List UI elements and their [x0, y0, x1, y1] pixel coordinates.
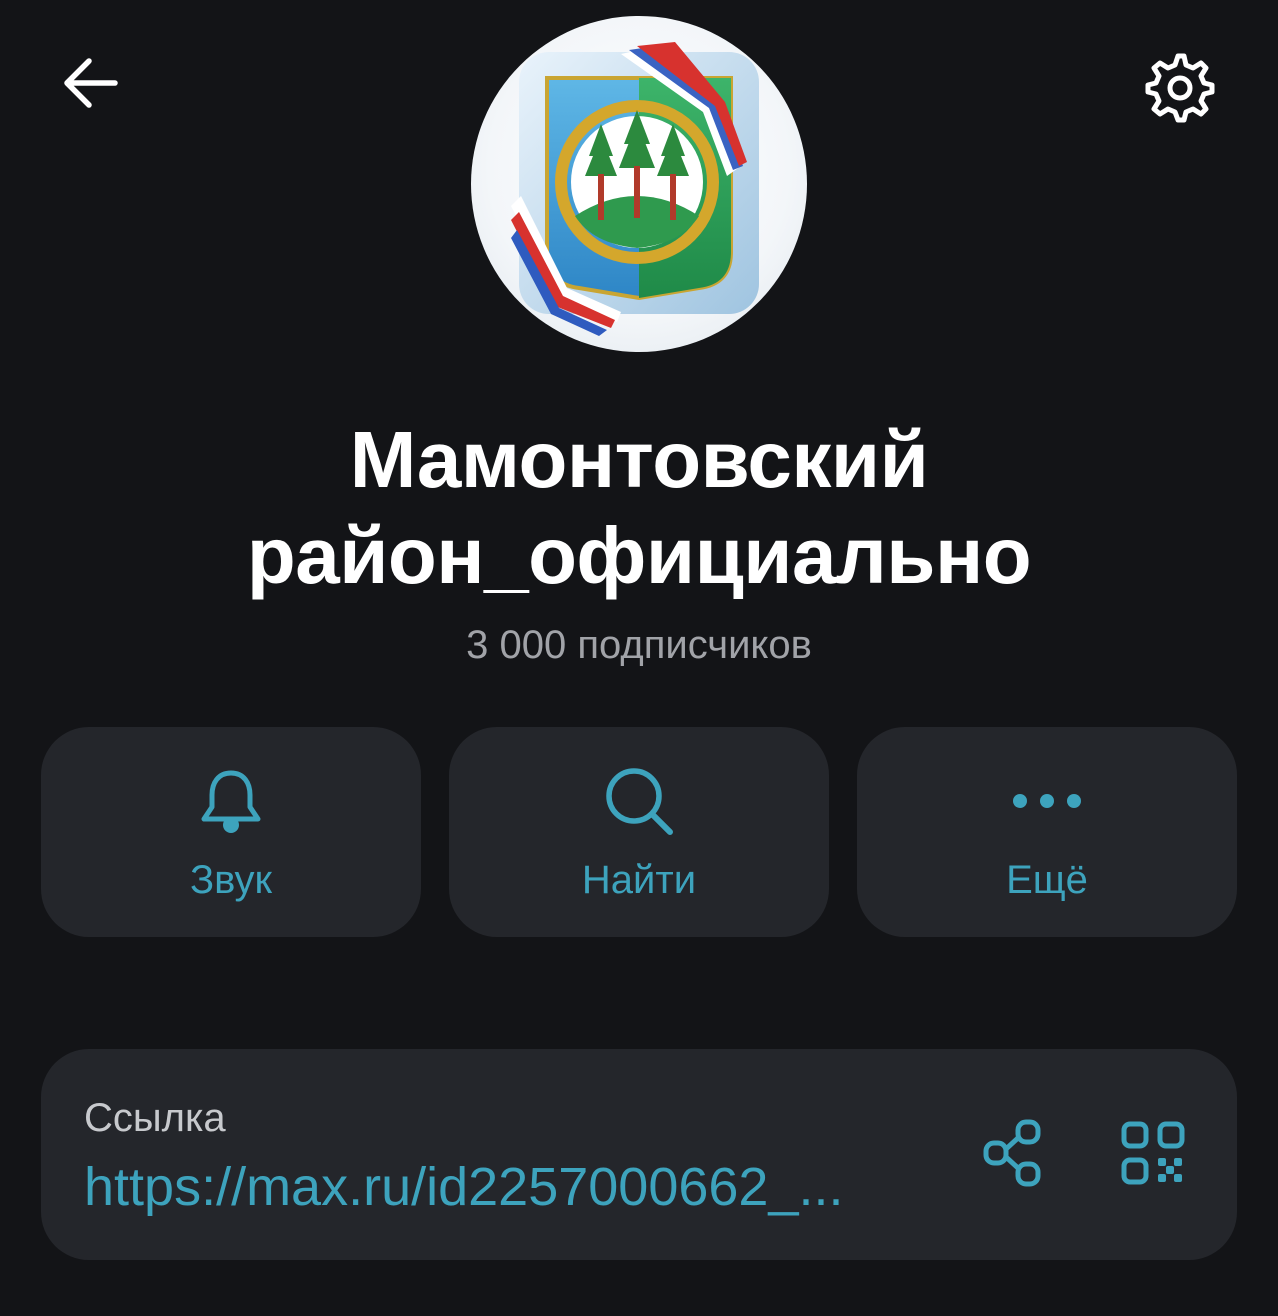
search-button-label: Найти — [581, 858, 697, 902]
back-button[interactable] — [58, 52, 124, 118]
qr-code-button[interactable] — [1113, 1115, 1193, 1195]
channel-title-line1: Мамонтовский — [349, 415, 929, 504]
channel-title: Мамонтовский район_официально — [140, 412, 1138, 604]
share-icon — [982, 1118, 1044, 1193]
coat-of-arms-emblem — [511, 42, 759, 336]
search-button[interactable]: Найти — [449, 727, 829, 937]
more-dots-icon — [1012, 791, 1082, 816]
link-card: Ссылка https://max.ru/id2257000662_... — [41, 1049, 1237, 1260]
sound-button-label: Звук — [189, 858, 273, 902]
sound-button[interactable]: Звук — [41, 727, 421, 937]
channel-title-line2: район_официально — [246, 511, 1032, 600]
gear-icon — [1140, 50, 1216, 131]
qr-code-icon — [1120, 1120, 1186, 1191]
share-button[interactable] — [973, 1115, 1053, 1195]
action-buttons: Звук Найти Ещё — [41, 727, 1237, 937]
subscriber-count: 3 000 подписчиков — [466, 623, 812, 667]
channel-link[interactable]: https://max.ru/id2257000662_... — [84, 1155, 924, 1219]
avatar[interactable] — [471, 16, 807, 352]
more-button[interactable]: Ещё — [857, 727, 1237, 937]
settings-button[interactable] — [1138, 50, 1218, 130]
arrow-left-icon — [61, 53, 121, 118]
link-caption: Ссылка — [84, 1096, 226, 1140]
more-button-label: Ещё — [1006, 858, 1088, 902]
search-icon — [602, 764, 676, 843]
bell-icon — [196, 765, 266, 842]
